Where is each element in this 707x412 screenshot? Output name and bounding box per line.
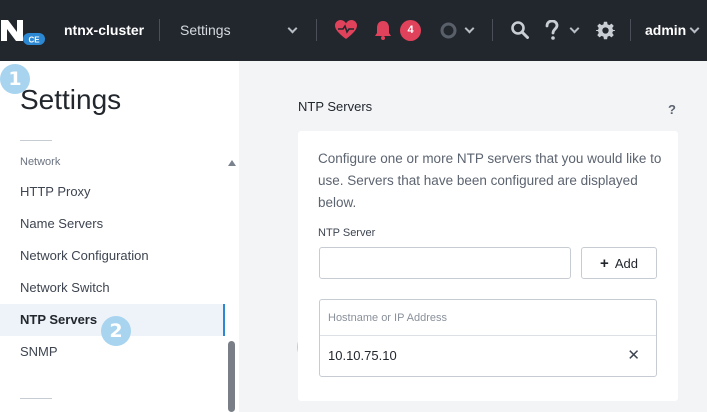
callout-badge: 1 <box>0 64 30 94</box>
close-icon[interactable]: ✕ <box>627 336 640 376</box>
section-title: NTP Servers <box>298 99 373 114</box>
divider <box>630 19 631 41</box>
circle-status-icon[interactable] <box>440 22 457 39</box>
list-item: 10.10.75.10 ✕ <box>320 336 656 376</box>
search-icon[interactable] <box>511 21 529 39</box>
chevron-down-icon[interactable] <box>569 23 580 34</box>
plus-icon: + <box>600 254 609 272</box>
divider <box>20 398 52 399</box>
server-address: 10.10.75.10 <box>328 348 397 363</box>
callout-badge: 2 <box>101 316 131 346</box>
logo-badge-text: CE <box>28 36 40 45</box>
sidebar-item-http-proxy[interactable]: HTTP Proxy <box>0 176 225 208</box>
divider <box>492 19 493 41</box>
add-button[interactable]: + Add <box>581 247 657 279</box>
settings-sidebar: Settings Network HTTP Proxy Name Servers… <box>0 61 239 412</box>
ntp-server-label: NTP Server <box>318 227 376 239</box>
chevron-down-icon[interactable] <box>464 23 475 34</box>
ntp-server-input[interactable] <box>319 247 571 279</box>
sidebar-title: Settings <box>20 84 122 115</box>
sidebar-scrollbar[interactable] <box>228 341 235 412</box>
top-nav-bar: CE ntnx-cluster Settings 4 admin <box>0 0 707 61</box>
help-icon[interactable] <box>545 20 559 40</box>
alerts-count-badge[interactable]: 4 <box>400 20 421 41</box>
collapse-arrow-icon[interactable] <box>228 160 236 166</box>
chevron-down-icon[interactable] <box>689 23 700 34</box>
divider <box>316 19 317 41</box>
gear-icon[interactable] <box>596 21 615 40</box>
divider <box>20 140 52 141</box>
help-icon[interactable]: ? <box>668 102 676 117</box>
list-header: Hostname or IP Address <box>320 300 656 336</box>
sidebar-item-network-switch[interactable]: Network Switch <box>0 272 225 304</box>
cluster-name[interactable]: ntnx-cluster <box>64 22 144 38</box>
user-menu[interactable]: admin <box>645 22 686 38</box>
sidebar-item-network-configuration[interactable]: Network Configuration <box>0 240 225 272</box>
add-button-label: Add <box>614 255 638 271</box>
chevron-down-icon[interactable] <box>287 23 298 34</box>
divider <box>159 19 160 41</box>
sidebar-group-network: Network <box>20 156 61 168</box>
ntp-servers-list: Hostname or IP Address 10.10.75.10 ✕ <box>319 299 657 377</box>
page-selector[interactable]: Settings <box>180 22 231 38</box>
bell-icon[interactable] <box>374 20 392 40</box>
sidebar-item-name-servers[interactable]: Name Servers <box>0 208 225 240</box>
section-description: Configure one or more NTP servers that y… <box>318 151 662 210</box>
heart-pulse-icon[interactable] <box>335 20 357 40</box>
nutanix-logo-icon[interactable]: CE <box>0 17 48 45</box>
